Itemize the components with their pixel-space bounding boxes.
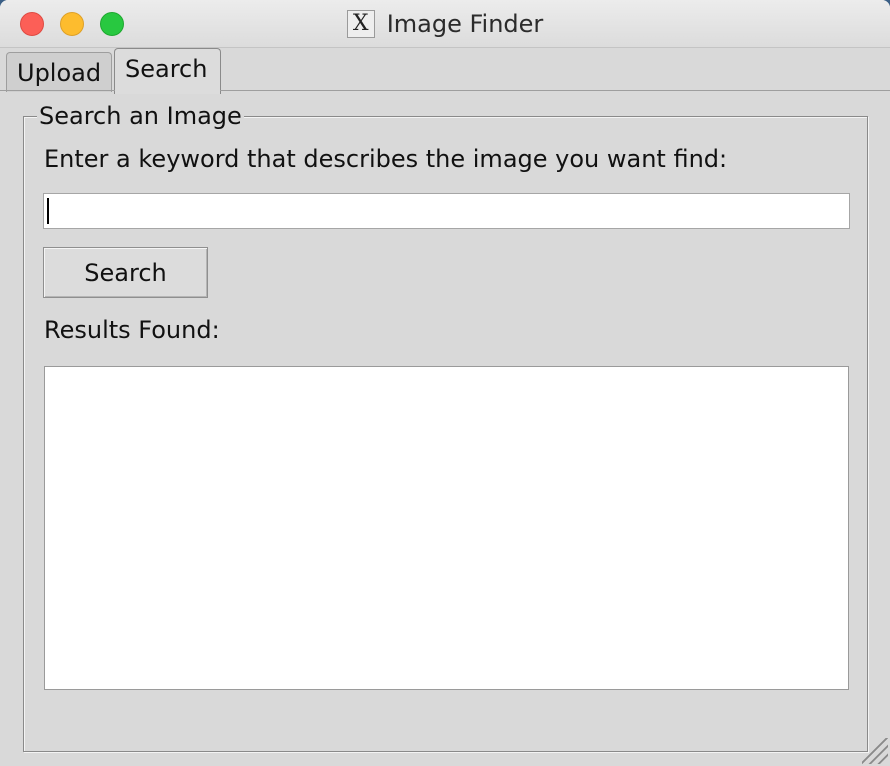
search-button[interactable]: Search bbox=[43, 247, 208, 298]
tab-bar: Upload Search bbox=[0, 48, 890, 94]
tab-upload[interactable]: Upload bbox=[6, 52, 112, 92]
window-title: Image Finder bbox=[386, 10, 544, 38]
window-title-group: X Image Finder bbox=[0, 0, 890, 48]
resize-grip-icon[interactable] bbox=[862, 738, 888, 764]
title-bar[interactable]: X Image Finder bbox=[0, 0, 890, 48]
keyword-input[interactable] bbox=[43, 193, 850, 229]
text-cursor bbox=[47, 198, 49, 224]
search-prompt-label: Enter a keyword that describes the image… bbox=[44, 145, 728, 173]
app-window: X Image Finder Upload Search Search an I… bbox=[0, 0, 890, 766]
tab-search[interactable]: Search bbox=[114, 48, 221, 94]
results-list[interactable] bbox=[44, 366, 849, 690]
groupbox-title: Search an Image bbox=[37, 102, 244, 130]
results-label: Results Found: bbox=[44, 316, 220, 344]
x11-icon: X bbox=[346, 10, 375, 38]
